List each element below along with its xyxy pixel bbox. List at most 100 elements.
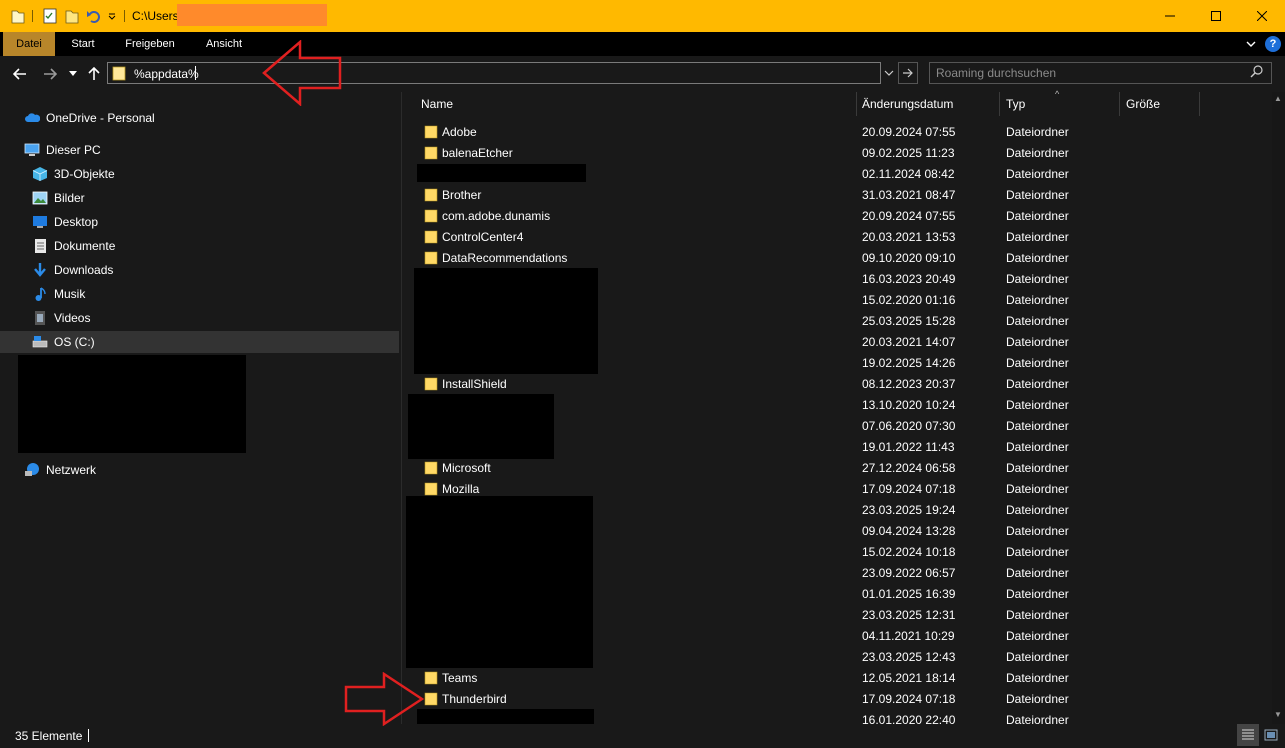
column-header-name[interactable]: Name [421,96,453,116]
help-icon[interactable]: ? [1265,36,1281,52]
redacted-region [406,496,593,668]
file-type: Dateiordner [1006,566,1069,580]
computer-icon [24,142,40,158]
tab-ansicht[interactable]: Ansicht [192,32,256,56]
minimize-button[interactable] [1147,0,1193,32]
column-separator[interactable] [999,92,1000,116]
details-view-button[interactable] [1237,724,1259,746]
table-row[interactable]: ControlCenter4 20.03.2021 13:53 Dateiordne… [420,227,1200,248]
file-date: 07.06.2020 07:30 [862,419,956,433]
annotation-arrow-left [262,40,342,106]
address-dropdown-button[interactable] [880,62,898,84]
table-row[interactable]: Adobe 20.09.2024 07:55 Dateiordner [420,122,1200,143]
file-date: 08.12.2023 20:37 [862,377,956,391]
nav-this-pc[interactable]: Dieser PC [24,139,101,161]
vertical-scrollbar[interactable]: ▲ ▼ [1272,92,1285,724]
table-row[interactable]: com.adobe.dunamis 20.09.2024 07:55 Dateior… [420,206,1200,227]
nav-desktop[interactable]: Desktop [32,211,98,233]
file-date: 17.09.2024 07:18 [862,482,956,496]
search-icon[interactable] [1250,65,1264,79]
file-type: Dateiordner [1006,650,1069,664]
scroll-down-icon[interactable]: ▼ [1274,710,1282,719]
address-bar[interactable] [107,62,881,84]
file-date: 16.03.2023 20:49 [862,272,956,286]
pictures-icon [32,190,48,206]
tab-datei[interactable]: Datei [3,32,55,56]
folder-icon [424,377,438,391]
table-row[interactable]: Teams 12.05.2021 18:14 Dateiordner [420,668,1200,689]
file-date: 20.03.2021 14:07 [862,335,956,349]
drive-icon [32,334,48,350]
redacted-region [417,709,594,724]
ribbon-bar: Datei Start Freigeben Ansicht ? [0,32,1285,56]
file-type: Dateiordner [1006,335,1069,349]
maximize-button[interactable] [1193,0,1239,32]
column-separator[interactable] [1199,92,1200,116]
recent-locations-button[interactable] [66,64,80,84]
nav-onedrive[interactable]: OneDrive - Personal [24,107,155,129]
window-title: C:\Users\ [132,9,183,23]
title-divider [32,10,33,22]
nav-label: Musik [54,287,86,301]
nav-downloads[interactable]: Downloads [32,259,113,281]
folder-icon [424,692,438,706]
large-icons-view-button[interactable] [1260,724,1282,746]
undo-icon[interactable] [84,6,104,26]
file-date: 13.10.2020 10:24 [862,398,956,412]
music-icon [32,286,48,302]
close-button[interactable] [1239,0,1285,32]
file-date: 23.09.2022 06:57 [862,566,956,580]
table-row[interactable]: DataRecommendations 09.10.2020 09:10 Datei… [420,248,1200,269]
scroll-up-icon[interactable]: ▲ [1274,94,1282,103]
table-row[interactable]: Brother 31.03.2021 08:47 Dateiordner [420,185,1200,206]
file-date: 12.05.2021 18:14 [862,671,956,685]
nav-3d-objects[interactable]: 3D-Objekte [32,163,115,185]
file-date: 15.02.2020 01:16 [862,293,956,307]
properties-icon[interactable] [40,6,60,26]
table-row[interactable]: Thunderbird 17.09.2024 07:18 Dateiordner [420,689,1200,710]
back-button[interactable] [10,64,30,84]
file-type: Dateiordner [1006,524,1069,538]
file-date: 02.11.2024 08:42 [862,167,955,181]
table-row[interactable]: InstallShield 08.12.2023 20:37 Dateiordner [420,374,1200,395]
nav-label: OS (C:) [54,335,95,349]
column-separator[interactable] [856,92,857,116]
file-name: Thunderbird [442,692,507,706]
file-type: Dateiordner [1006,209,1069,223]
nav-music[interactable]: Musik [32,283,85,305]
nav-documents[interactable]: Dokumente [32,235,115,257]
file-date: 23.03.2025 12:43 [862,650,956,664]
column-separator[interactable] [1119,92,1120,116]
customize-quickaccess-icon[interactable] [105,6,119,26]
column-header-date[interactable]: Änderungsdatum [862,96,953,116]
file-type: Dateiordner [1006,671,1069,685]
tab-start[interactable]: Start [58,32,108,56]
file-type: Dateiordner [1006,629,1069,643]
nav-label: Bilder [54,191,85,205]
file-type: Dateiordner [1006,419,1069,433]
sort-up-icon: ^ [1055,89,1060,99]
table-row[interactable]: Microsoft 27.12.2024 06:58 Dateiordner [420,458,1200,479]
file-type: Dateiordner [1006,188,1069,202]
redacted-region [414,268,598,374]
up-button[interactable] [84,64,104,84]
file-type: Dateiordner [1006,587,1069,601]
column-header-size[interactable]: Größe [1126,96,1160,116]
nav-videos[interactable]: Videos [32,307,90,329]
table-row[interactable]: balenaEtcher 09.02.2025 11:23 Dateiordner [420,143,1200,164]
nav-network[interactable]: Netzwerk [24,459,96,481]
folder-icon [424,482,438,496]
tab-freigeben[interactable]: Freigeben [112,32,188,56]
go-button[interactable] [898,62,918,84]
cloud-icon [24,110,40,126]
redacted-region [18,355,246,453]
title-divider [124,10,125,22]
folder-icon [424,230,438,244]
forward-button[interactable] [40,64,60,84]
expand-ribbon-icon[interactable] [1244,38,1258,50]
nav-os-drive[interactable]: OS (C:) [32,331,95,353]
address-input[interactable]: %appdata% [134,67,199,81]
new-folder-icon[interactable] [62,6,82,26]
nav-pictures[interactable]: Bilder [32,187,85,209]
column-header-type[interactable]: Typ [1006,96,1025,116]
